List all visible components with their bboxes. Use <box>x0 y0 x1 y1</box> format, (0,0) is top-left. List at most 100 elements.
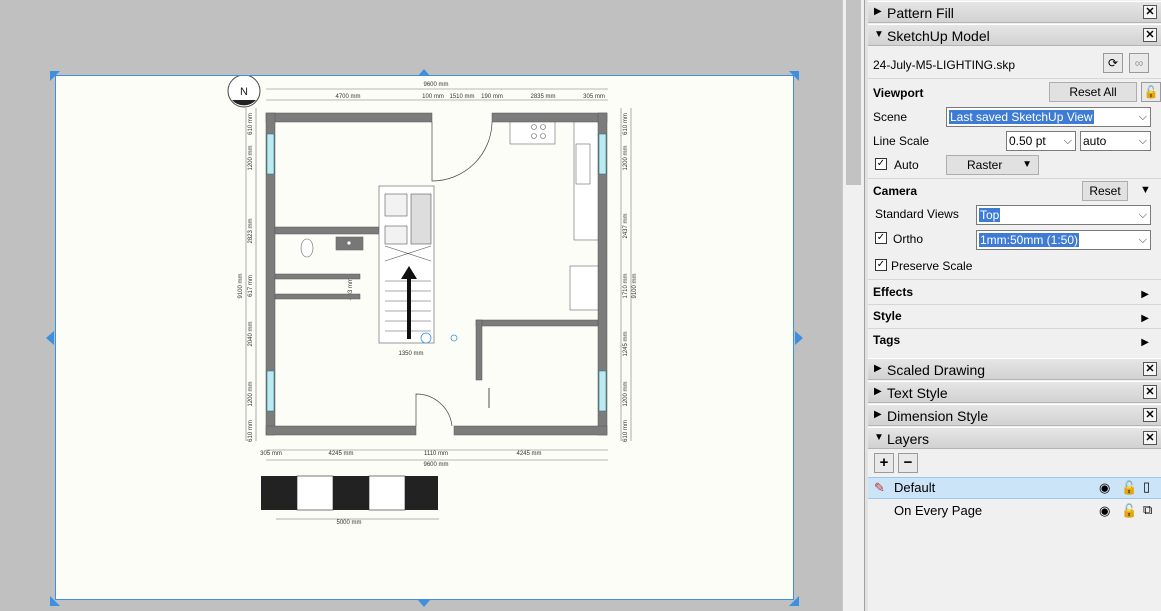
viewport-heading: Viewport <box>873 86 924 100</box>
preserve-scale-checkbox[interactable]: ✓ <box>875 259 887 271</box>
default-tray: ▶ Pattern Fill ✕ ▼ SketchUp Model ✕ 24-J… <box>868 0 1161 611</box>
close-icon[interactable]: ✕ <box>1143 408 1157 422</box>
dim-top-4: 190 mm <box>481 94 503 100</box>
expand-arrow-icon[interactable]: ▶ <box>874 409 882 420</box>
tray-title: Text Style <box>887 385 948 401</box>
dim-left-total: 9100 mm <box>238 273 244 298</box>
tray-sketchup-model[interactable]: ▼ SketchUp Model ✕ <box>868 24 1161 46</box>
close-icon[interactable]: ✕ <box>1143 431 1157 445</box>
resize-handle-bottom[interactable] <box>418 600 430 607</box>
dim-left-4: 617 mm <box>248 275 254 297</box>
dim-left-2: 1200 mm <box>248 145 254 170</box>
link-icon: ∞ <box>1134 56 1144 70</box>
unlock-icon: 🔓 <box>1143 85 1159 99</box>
auto-checkbox[interactable]: ✓ <box>875 158 887 170</box>
auto-label: Auto <box>894 158 919 172</box>
chevron-down-icon: ⌵ <box>1138 234 1147 246</box>
unlink-button[interactable]: ∞ <box>1129 53 1149 73</box>
expand-arrow-icon[interactable]: ▶ <box>874 6 882 17</box>
chevron-down-icon: ⌵ <box>1138 111 1147 123</box>
eye-icon[interactable]: ◉ <box>1099 503 1110 519</box>
resize-handle-top[interactable] <box>418 69 430 76</box>
camera-heading: Camera <box>873 184 918 198</box>
refresh-icon: ⟳ <box>1107 56 1119 70</box>
standard-views-value: Top <box>979 208 1001 222</box>
scene-select[interactable]: Last saved SketchUp View ⌵ <box>946 107 1151 127</box>
update-reference-button[interactable]: ⟳ <box>1103 53 1123 73</box>
expand-arrow-icon[interactable]: ▶ <box>1141 337 1149 348</box>
dim-top-5: 2835 mm <box>530 94 555 100</box>
paper-page[interactable]: N 9600 mm 4700 mm 100 mm 1510 mm 190 mm … <box>55 75 794 600</box>
layer-row-default[interactable]: ✎ Default ◉ 🔓 ▯ <box>868 477 1161 499</box>
dim-right-6: 1200 mm <box>623 381 629 406</box>
style-section[interactable]: Style <box>873 309 902 323</box>
dim-right-7: 610 mm <box>623 420 629 442</box>
tray-scaled-drawing[interactable]: ▶ Scaled Drawing ✕ <box>868 358 1161 380</box>
reset-all-button[interactable]: Reset All <box>1049 82 1137 102</box>
north-arrow-icon: N <box>227 76 261 108</box>
line-scale-mode-value: auto <box>1083 134 1107 148</box>
single-page-icon[interactable]: ▯ <box>1143 479 1150 495</box>
close-icon[interactable]: ✕ <box>1143 362 1157 376</box>
expand-arrow-icon[interactable]: ▶ <box>874 363 882 374</box>
scene-label: Scene <box>873 110 908 124</box>
ortho-scale-value: 1mm:50mm (1:50) <box>979 233 1080 247</box>
remove-layer-button[interactable]: − <box>898 453 918 473</box>
add-layer-button[interactable]: + <box>874 453 894 473</box>
lock-viewport-button[interactable]: 🔓 <box>1141 82 1161 102</box>
render-mode-select[interactable]: Raster ▼ <box>946 155 1039 175</box>
eye-icon[interactable]: ◉ <box>1099 480 1110 496</box>
dim-bottom-3: 1110 mm <box>424 451 448 457</box>
close-icon[interactable]: ✕ <box>1143 385 1157 399</box>
dim-bottom-1: 305 mm <box>260 451 282 457</box>
north-label: N <box>240 86 248 98</box>
ortho-checkbox[interactable]: ✓ <box>875 232 887 244</box>
shared-pages-icon[interactable]: ⧉ <box>1143 502 1152 518</box>
close-icon[interactable]: ✕ <box>1143 28 1157 42</box>
dim-top-total: 9600 mm <box>423 82 448 88</box>
dim-left-5: 2040 mm <box>248 321 254 346</box>
tray-dimension-style[interactable]: ▶ Dimension Style ✕ <box>868 404 1161 426</box>
floor-plan: N 9600 mm 4700 mm 100 mm 1510 mm 190 mm … <box>227 76 638 526</box>
chevron-down-icon: ⌵ <box>1138 209 1147 221</box>
expand-arrow-icon[interactable]: ▶ <box>1141 289 1149 300</box>
render-mode-value: Raster <box>967 158 1003 172</box>
expand-arrow-icon[interactable]: ▶ <box>874 386 882 397</box>
dim-bottom-2: 4245 mm <box>328 451 353 457</box>
resize-handle-right[interactable] <box>795 331 803 345</box>
expand-arrow-icon[interactable]: ▶ <box>1141 313 1149 324</box>
scene-value: Last saved SketchUp View <box>949 110 1094 124</box>
dim-bottom-total: 9600 mm <box>423 462 448 468</box>
tray-text-style[interactable]: ▶ Text Style ✕ <box>868 381 1161 403</box>
dim-top-1: 4700 mm <box>335 94 360 100</box>
tray-layers[interactable]: ▼ Layers ✕ <box>868 427 1161 449</box>
line-scale-select[interactable]: 0.50 pt ⌵ <box>1006 131 1076 151</box>
tray-title: Pattern Fill <box>887 5 954 21</box>
close-icon[interactable]: ✕ <box>1143 5 1157 19</box>
plus-icon: + <box>879 454 889 471</box>
dim-top-2: 100 mm <box>422 94 444 100</box>
line-scale-mode-select[interactable]: auto ⌵ <box>1080 131 1151 151</box>
tray-pattern-fill[interactable]: ▶ Pattern Fill ✕ <box>868 1 1161 23</box>
drawing-canvas[interactable]: N 9600 mm 4700 mm 100 mm 1510 mm 190 mm … <box>0 0 842 611</box>
collapse-arrow-icon[interactable]: ▼ <box>874 432 884 443</box>
tray-title: Scaled Drawing <box>887 362 986 378</box>
pencil-icon: ✎ <box>874 480 885 495</box>
resize-handle-left[interactable] <box>46 331 54 345</box>
layer-row-on-every-page[interactable]: On Every Page ◉ 🔓 ⧉ <box>868 500 1161 522</box>
unlock-icon[interactable]: 🔓 <box>1121 503 1137 519</box>
dim-top-6: 305 mm <box>583 94 605 100</box>
dim-stair: 1350 mm <box>398 351 423 357</box>
unlock-icon[interactable]: 🔓 <box>1121 480 1137 496</box>
dim-right-3: 2437 mm <box>623 213 629 238</box>
ortho-scale-select[interactable]: 1mm:50mm (1:50) ⌵ <box>976 230 1151 250</box>
camera-reset-button[interactable]: Reset <box>1082 181 1128 201</box>
collapse-arrow-icon[interactable]: ▼ <box>874 29 884 40</box>
vertical-scrollbar[interactable] <box>842 0 865 611</box>
camera-collapse-icon[interactable]: ▼ <box>1140 184 1151 196</box>
effects-section[interactable]: Effects <box>873 285 913 299</box>
standard-views-select[interactable]: Top ⌵ <box>976 205 1151 225</box>
tags-section[interactable]: Tags <box>873 333 900 347</box>
scrollbar-thumb[interactable] <box>846 0 861 185</box>
dim-left-7: 610 mm <box>248 420 254 442</box>
